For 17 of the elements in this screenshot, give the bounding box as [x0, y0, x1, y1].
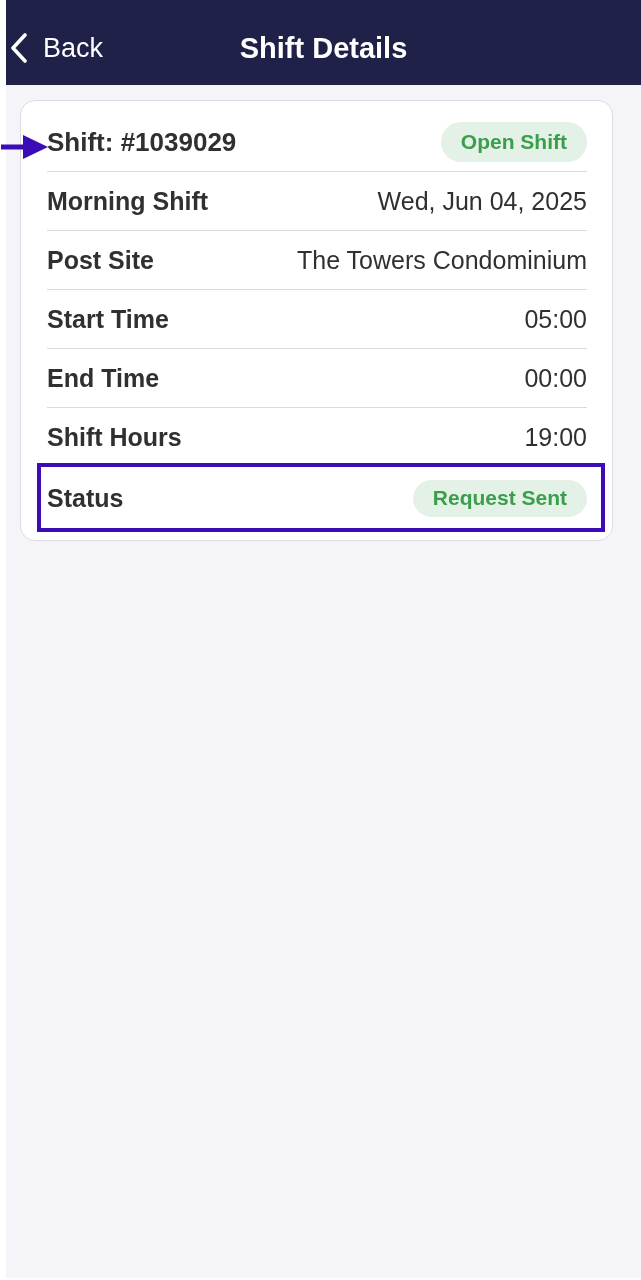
- status-badge: Request Sent: [412, 479, 587, 517]
- chevron-left-icon: [10, 33, 28, 63]
- back-button[interactable]: Back: [6, 26, 104, 70]
- detail-value: Wed, Jun 04, 2025: [377, 186, 587, 216]
- detail-value: 05:00: [524, 304, 587, 334]
- detail-value: 00:00: [524, 363, 587, 393]
- shift-number: Shift: #1039029: [47, 126, 237, 158]
- detail-value: The Towers Condominium: [297, 245, 587, 275]
- detail-label: Status: [47, 483, 124, 513]
- detail-value: 19:00: [524, 422, 587, 452]
- screen-title: Shift Details: [239, 31, 408, 65]
- detail-label: Shift Hours: [47, 422, 182, 452]
- shift-type-badge: Open Shift: [440, 122, 587, 162]
- detail-label: Morning Shift: [47, 186, 209, 216]
- detail-label: End Time: [47, 363, 160, 393]
- detail-label: Post Site: [47, 245, 154, 275]
- detail-label: Start Time: [47, 304, 169, 334]
